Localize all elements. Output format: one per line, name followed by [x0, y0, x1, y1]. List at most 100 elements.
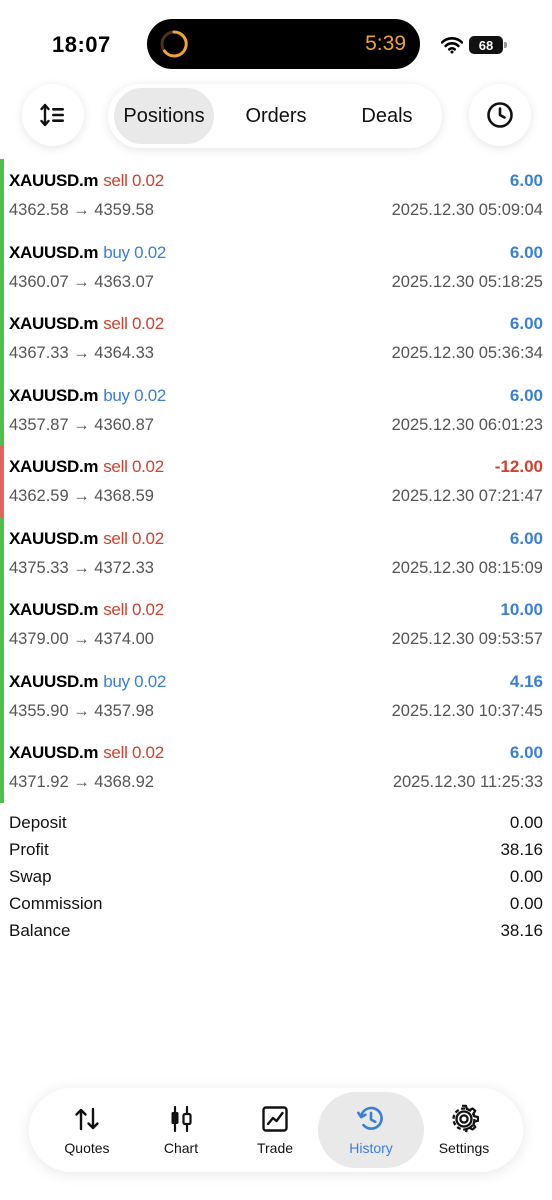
position-prices: 4371.92 → 4368.92: [9, 773, 154, 791]
account-summary: Deposit 0.00 Profit 38.16 Swap 0.00 Commission…: [0, 810, 552, 945]
position-prices: 4360.07 → 4363.07: [9, 272, 154, 291]
position-symbol: XAUUSD.m sell 0.02: [9, 743, 164, 763]
position-profit: 6.00: [509, 743, 543, 762]
position-profit: -12.00: [494, 457, 543, 476]
battery-icon: 68: [469, 36, 507, 54]
position-side: sell 0.02: [103, 314, 164, 333]
summary-label: Swap: [9, 867, 52, 886]
summary-label: Profit: [9, 840, 49, 859]
position-side: sell 0.02: [103, 600, 164, 619]
position-time: 2025.12.30 06:01:23: [391, 415, 543, 434]
summary-label: Deposit: [9, 813, 67, 832]
battery-level: 68: [478, 37, 494, 53]
summary-value: 38.16: [500, 921, 543, 940]
segmented-tabs: Positions Orders Deals: [108, 84, 442, 148]
status-time: 18:07: [52, 32, 111, 57]
position-profit: 10.00: [500, 600, 543, 619]
timer-ring-icon: [160, 30, 188, 58]
position-symbol: XAUUSD.m buy 0.02: [9, 243, 166, 263]
position-symbol: XAUUSD.m sell 0.02: [9, 457, 164, 477]
nav-label: Chart: [163, 1140, 199, 1156]
quotes-icon: [72, 1104, 102, 1134]
sort-button[interactable]: [22, 84, 84, 146]
position-side: sell 0.02: [103, 171, 164, 190]
tab-positions[interactable]: Positions: [114, 88, 214, 144]
history-icon: [356, 1104, 386, 1134]
nav-label: History: [349, 1140, 393, 1156]
position-prices: 4375.33 → 4372.33: [9, 558, 154, 577]
nav-trade[interactable]: Trade: [228, 1092, 322, 1168]
result-bar: [0, 302, 4, 374]
position-row[interactable]: XAUUSD.m buy 0.02 6.00 4357.87 → 4360.87 202…: [0, 373, 552, 445]
symbol-name: XAUUSD.m: [9, 457, 99, 476]
nav-chart[interactable]: Chart: [134, 1092, 228, 1168]
summary-row-commission: Commission 0.00: [0, 891, 552, 918]
nav-history[interactable]: History: [318, 1092, 424, 1168]
sort-icon: [40, 103, 64, 127]
position-symbol: XAUUSD.m buy 0.02: [9, 386, 166, 406]
symbol-name: XAUUSD.m: [9, 743, 99, 762]
position-time: 2025.12.30 11:25:33: [392, 773, 543, 791]
position-row[interactable]: XAUUSD.m sell 0.02 6.00 4375.33 → 4372.33 20…: [0, 516, 552, 588]
settings-icon: [449, 1104, 479, 1134]
position-symbol: XAUUSD.m sell 0.02: [9, 314, 164, 334]
symbol-name: XAUUSD.m: [9, 171, 99, 190]
position-row[interactable]: XAUUSD.m buy 0.02 4.16 4355.90 → 4357.98 202…: [0, 659, 552, 731]
result-bar: [0, 230, 4, 302]
trade-icon: [260, 1104, 290, 1134]
position-side: sell 0.02: [103, 743, 164, 762]
symbol-name: XAUUSD.m: [9, 314, 99, 333]
position-row[interactable]: XAUUSD.m sell 0.02 -12.00 4362.59 → 4368.59…: [0, 445, 552, 517]
position-time: 2025.12.30 09:53:57: [391, 630, 543, 648]
nav-quotes[interactable]: Quotes: [40, 1092, 134, 1168]
position-row[interactable]: XAUUSD.m buy 0.02 6.00 4360.07 → 4363.07 202…: [0, 230, 552, 302]
dynamic-island[interactable]: 5:39: [147, 19, 420, 69]
position-row[interactable]: XAUUSD.m sell 0.02 6.00 4371.92 → 4368.92 20…: [0, 731, 552, 803]
period-button[interactable]: [469, 84, 531, 146]
symbol-name: XAUUSD.m: [9, 528, 99, 548]
position-symbol: XAUUSD.m sell 0.02: [9, 529, 164, 549]
nav-label: Settings: [438, 1140, 490, 1156]
position-side: buy 0.02: [103, 242, 167, 262]
position-prices: 4362.59 → 4368.59: [9, 487, 154, 505]
summary-value: 0.00: [509, 894, 543, 913]
status-bar: 18:07 5:39 68: [0, 0, 552, 80]
position-profit: 4.16: [509, 671, 543, 691]
nav-label: Quotes: [64, 1140, 110, 1156]
result-bar: [0, 659, 4, 731]
status-indicators: 68: [441, 32, 507, 58]
position-profit: 6.00: [509, 528, 543, 548]
bottom-tab-bar: Quotes Chart Trade History Settings: [29, 1088, 523, 1172]
position-prices: 4357.87 → 4360.87: [9, 415, 154, 434]
position-prices: 4355.90 → 4357.98: [9, 701, 154, 720]
result-bar: [0, 159, 4, 231]
tab-orders[interactable]: Orders: [226, 88, 326, 144]
result-bar: [0, 731, 4, 803]
positions-list: XAUUSD.m sell 0.02 6.00 4362.58 → 4359.58 20…: [0, 159, 552, 803]
symbol-name: XAUUSD.m: [9, 671, 99, 691]
position-profit: 6.00: [509, 171, 543, 190]
result-bar: [0, 373, 4, 445]
wifi-icon: [441, 37, 463, 54]
position-row[interactable]: XAUUSD.m sell 0.02 6.00 4367.33 → 4364.33 20…: [0, 302, 552, 374]
position-row[interactable]: XAUUSD.m sell 0.02 6.00 4362.58 → 4359.58 20…: [0, 159, 552, 231]
symbol-name: XAUUSD.m: [9, 600, 99, 619]
result-bar: [0, 588, 4, 660]
summary-value: 38.16: [500, 840, 543, 859]
position-profit: 6.00: [509, 314, 543, 333]
result-bar: [0, 445, 4, 517]
position-prices: 4367.33 → 4364.33: [9, 344, 154, 362]
tab-deals[interactable]: Deals: [338, 88, 436, 144]
symbol-name: XAUUSD.m: [9, 242, 99, 262]
summary-row-profit: Profit 38.16: [0, 837, 552, 864]
position-side: sell 0.02: [103, 457, 164, 476]
summary-row-balance: Balance 38.16: [0, 918, 552, 945]
nav-settings[interactable]: Settings: [417, 1092, 511, 1168]
position-time: 2025.12.30 05:36:34: [391, 344, 543, 362]
position-symbol: XAUUSD.m sell 0.02: [9, 171, 164, 191]
position-side: sell 0.02: [103, 528, 164, 548]
position-time: 2025.12.30 05:18:25: [391, 272, 543, 291]
summary-label: Commission: [9, 894, 103, 913]
position-time: 2025.12.30 07:21:47: [391, 487, 543, 505]
position-row[interactable]: XAUUSD.m sell 0.02 10.00 4379.00 → 4374.00 2…: [0, 588, 552, 660]
